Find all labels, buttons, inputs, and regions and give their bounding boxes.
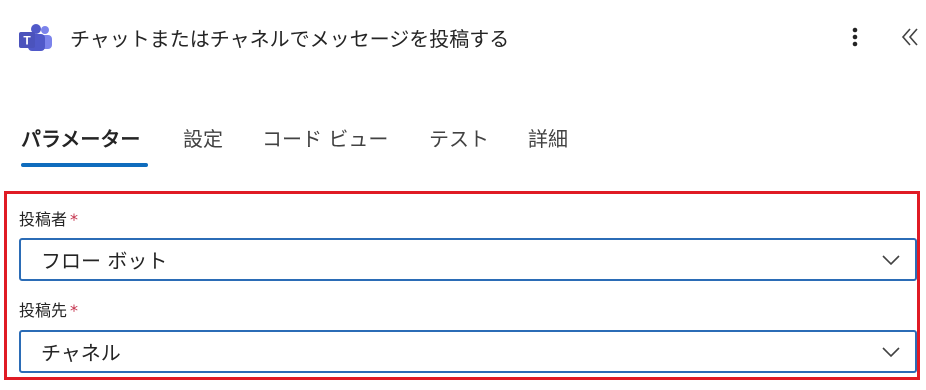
active-tab-indicator bbox=[21, 163, 148, 167]
post-as-value: フロー ボット bbox=[41, 249, 168, 273]
post-in-label: 投稿先 * bbox=[19, 301, 79, 320]
chevron-down-icon bbox=[882, 347, 900, 358]
double-chevron-left-icon bbox=[901, 28, 918, 46]
tab-code-view[interactable]: コード ビュー bbox=[262, 126, 388, 152]
tab-about[interactable]: 詳細 bbox=[528, 126, 568, 152]
panel-header: T チャットまたはチャネルでメッセージを投稿する bbox=[0, 0, 926, 78]
tab-parameters[interactable]: パラメーター bbox=[21, 126, 140, 152]
post-as-dropdown[interactable]: フロー ボット bbox=[19, 238, 917, 281]
panel-title: チャットまたはチャネルでメッセージを投稿する bbox=[70, 27, 510, 51]
post-in-dropdown[interactable]: チャネル bbox=[19, 330, 917, 373]
post-as-label: 投稿者 * bbox=[19, 210, 79, 229]
tab-list: パラメーター 設定 コード ビュー テスト 詳細 bbox=[0, 118, 926, 170]
tab-testing[interactable]: テスト bbox=[429, 126, 489, 152]
more-vertical-icon bbox=[852, 27, 858, 47]
more-options-button[interactable] bbox=[842, 22, 868, 54]
microsoft-teams-icon: T bbox=[19, 24, 53, 52]
collapse-panel-button[interactable] bbox=[894, 22, 924, 54]
required-marker: * bbox=[70, 210, 79, 229]
post-in-value: チャネル bbox=[41, 341, 121, 365]
svg-text:T: T bbox=[23, 34, 31, 48]
tab-settings[interactable]: 設定 bbox=[183, 126, 223, 152]
chevron-down-icon bbox=[882, 255, 900, 266]
required-marker: * bbox=[70, 301, 79, 320]
